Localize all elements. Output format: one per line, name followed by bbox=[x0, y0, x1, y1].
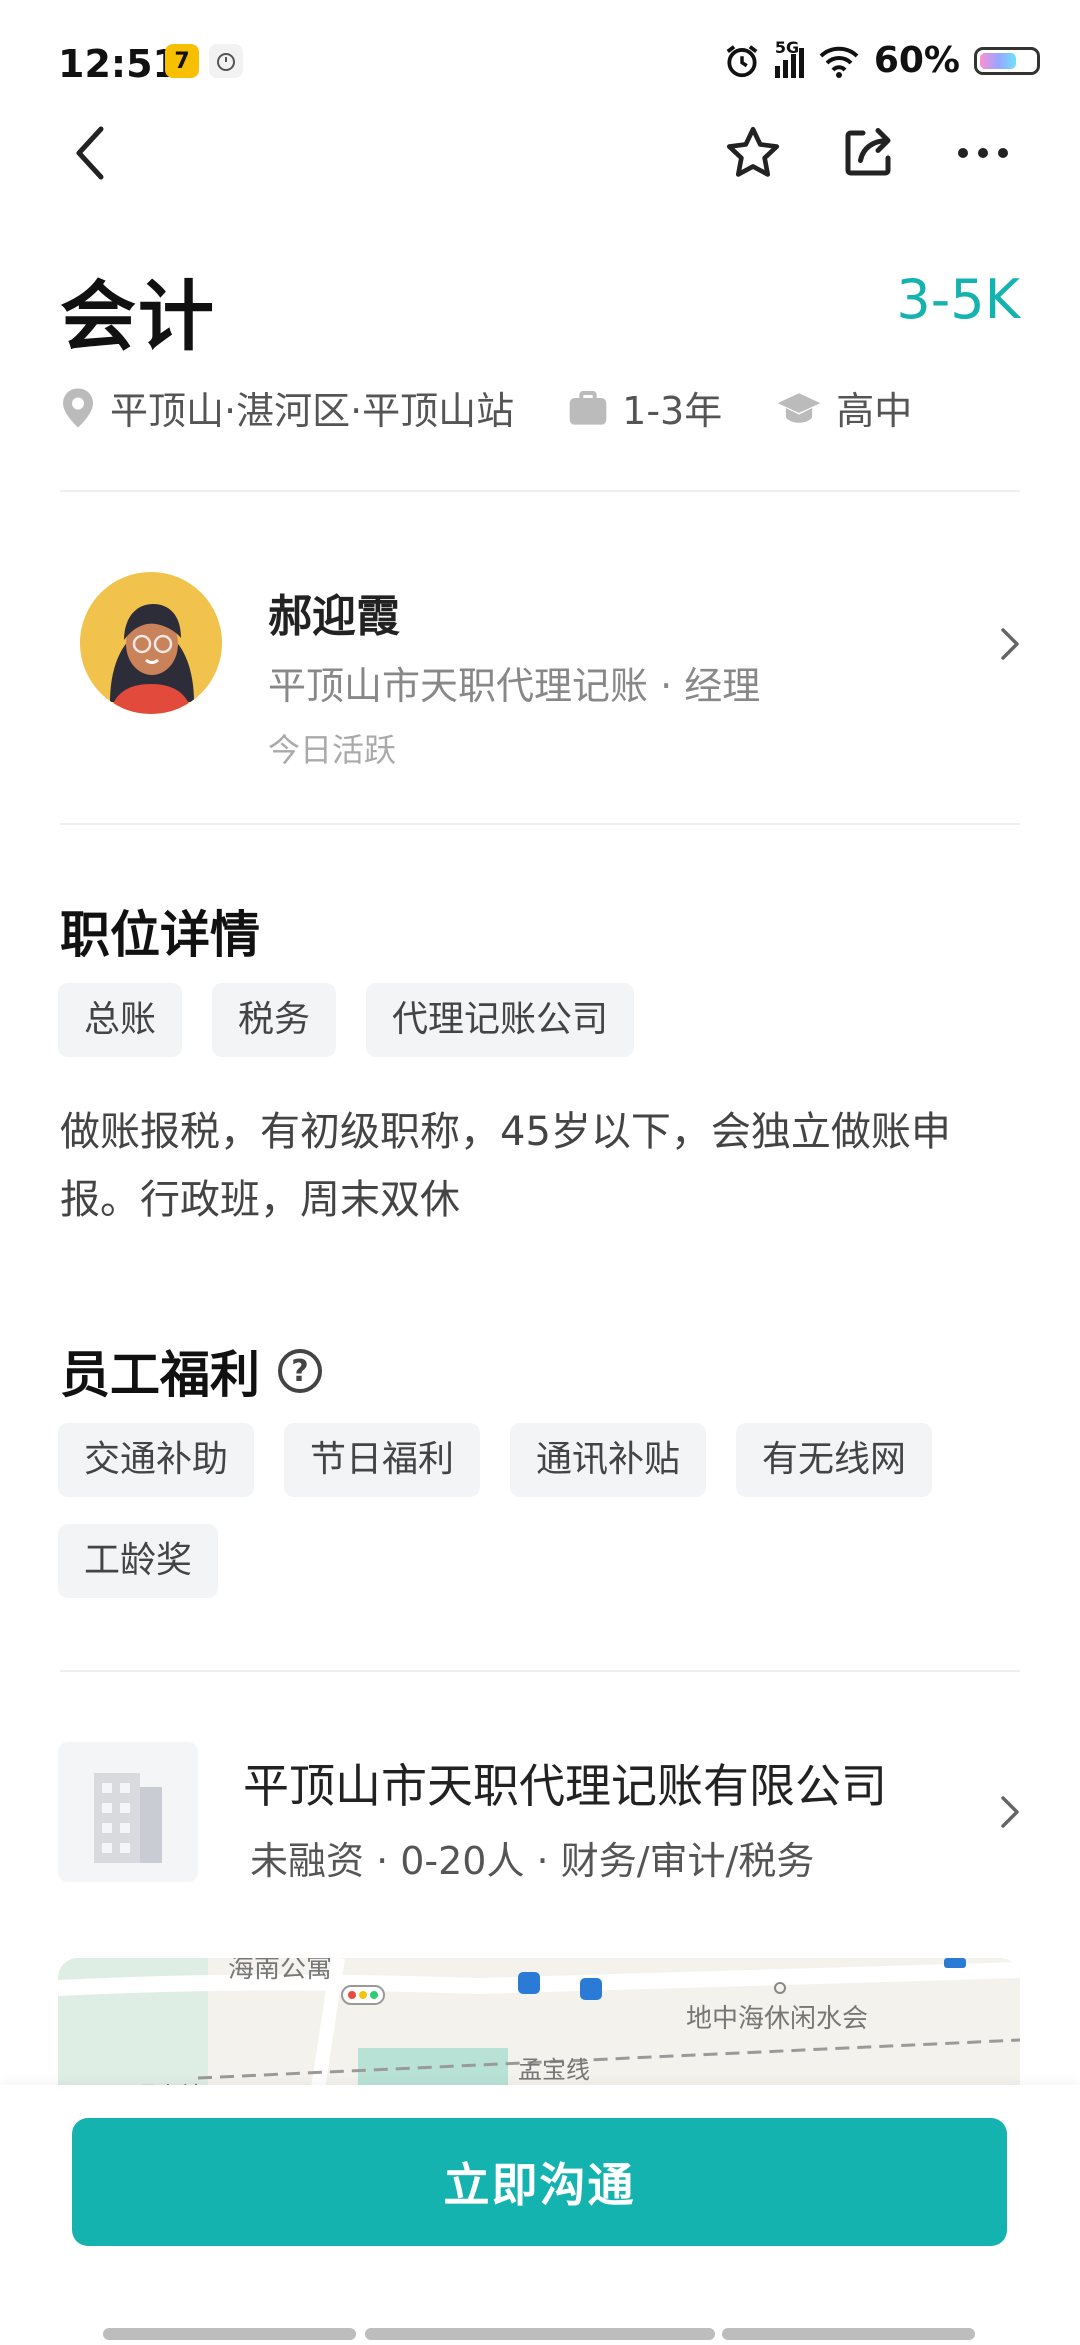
notification-icons: 7 bbox=[165, 44, 243, 78]
app-notification-icon: 7 bbox=[165, 44, 199, 78]
job-description: 做账报税，有初级职称，45岁以下，会独立做账申报。行政班，周末双休 bbox=[60, 1109, 951, 1223]
wifi-icon bbox=[819, 46, 859, 78]
gesture-bar bbox=[365, 2328, 715, 2340]
recruiter-company-role: 平顶山市天职代理记账 · 经理 bbox=[268, 664, 761, 708]
graduation-cap-icon bbox=[777, 392, 821, 423]
more-icon bbox=[958, 148, 1008, 158]
company-name: 平顶山市天职代理记账有限公司 bbox=[243, 1759, 887, 1813]
company-logo bbox=[58, 1742, 198, 1882]
education-item: 高中 bbox=[776, 380, 912, 435]
recruiter-chevron-icon bbox=[990, 624, 1030, 664]
benefit-tags: 交通补助 节日福利 通讯补贴 有无线网 工龄奖 bbox=[58, 1423, 1018, 1598]
benefits-header: 员工福利 ? bbox=[60, 1335, 322, 1407]
job-tag: 总账 bbox=[58, 983, 183, 1057]
timer-notification-icon bbox=[209, 44, 243, 78]
job-details-title: 职位详情 bbox=[60, 906, 260, 964]
avatar[interactable] bbox=[80, 572, 222, 714]
job-meta: 平顶山·湛河区·平顶山站 1-3年 高中 bbox=[60, 380, 966, 435]
location-map[interactable]: 海南公寓 地中海休闲水会 孟宝线 平顶山站 bbox=[58, 1958, 1020, 2088]
status-right: 5G 60% bbox=[723, 38, 1040, 81]
divider bbox=[60, 1670, 1020, 1672]
share-button[interactable] bbox=[833, 118, 903, 188]
chat-now-button[interactable]: 立即沟通 bbox=[72, 2118, 1007, 2246]
gesture-bar bbox=[103, 2328, 356, 2340]
salary: 3-5K bbox=[896, 268, 1020, 331]
location-item: 平顶山·湛河区·平顶山站 bbox=[60, 380, 514, 435]
more-button[interactable] bbox=[948, 118, 1018, 188]
location-text: 平顶山·湛河区·平顶山站 bbox=[110, 389, 515, 433]
map-label: 地中海休闲水会 bbox=[686, 2004, 869, 2034]
star-icon bbox=[726, 126, 780, 177]
gesture-bar bbox=[722, 2328, 975, 2340]
building-icon bbox=[94, 1773, 162, 1863]
benefits-title: 员工福利 bbox=[60, 1346, 260, 1404]
status-bar: 12:51 7 5G 60% bbox=[0, 0, 1080, 120]
share-icon bbox=[845, 128, 891, 176]
favorite-button[interactable] bbox=[718, 118, 788, 188]
benefit-tag: 节日福利 bbox=[284, 1423, 481, 1497]
signal-icon: 5G bbox=[774, 38, 804, 78]
divider bbox=[60, 490, 1020, 492]
battery-icon bbox=[974, 46, 1040, 75]
job-title: 会计 bbox=[60, 272, 216, 361]
alarm-icon bbox=[726, 44, 758, 77]
help-icon[interactable]: ? bbox=[278, 1349, 322, 1393]
network-type: 5G bbox=[774, 37, 800, 57]
location-pin-icon bbox=[63, 388, 93, 427]
status-time: 12:51 bbox=[58, 42, 179, 86]
map-label: 孟宝线 bbox=[518, 2056, 590, 2084]
recruiter-name: 郝迎霞 bbox=[268, 591, 400, 642]
back-button[interactable] bbox=[56, 118, 126, 188]
map-label: 海南公寓 bbox=[228, 1958, 333, 1984]
experience-item: 1-3年 bbox=[568, 380, 722, 435]
recruiter-activity: 今日活跃 bbox=[268, 731, 397, 769]
back-arrow-icon bbox=[76, 126, 104, 180]
benefit-tag: 交通补助 bbox=[58, 1423, 255, 1497]
benefit-tag: 工龄奖 bbox=[58, 1524, 219, 1598]
company-info: 未融资 · 0-20人 · 财务/审计/税务 bbox=[250, 1839, 815, 1883]
benefit-tag: 有无线网 bbox=[736, 1423, 933, 1497]
experience-text: 1-3年 bbox=[622, 389, 723, 433]
job-tag: 税务 bbox=[212, 983, 337, 1057]
briefcase-icon bbox=[569, 390, 607, 425]
battery-percent: 60% bbox=[873, 40, 960, 81]
benefit-tag: 通讯补贴 bbox=[510, 1423, 707, 1497]
divider bbox=[60, 823, 1020, 825]
company-chevron-icon bbox=[990, 1792, 1030, 1832]
job-tags: 总账 税务 代理记账公司 bbox=[58, 983, 1018, 1057]
job-tag: 代理记账公司 bbox=[366, 983, 635, 1057]
education-text: 高中 bbox=[836, 389, 913, 433]
